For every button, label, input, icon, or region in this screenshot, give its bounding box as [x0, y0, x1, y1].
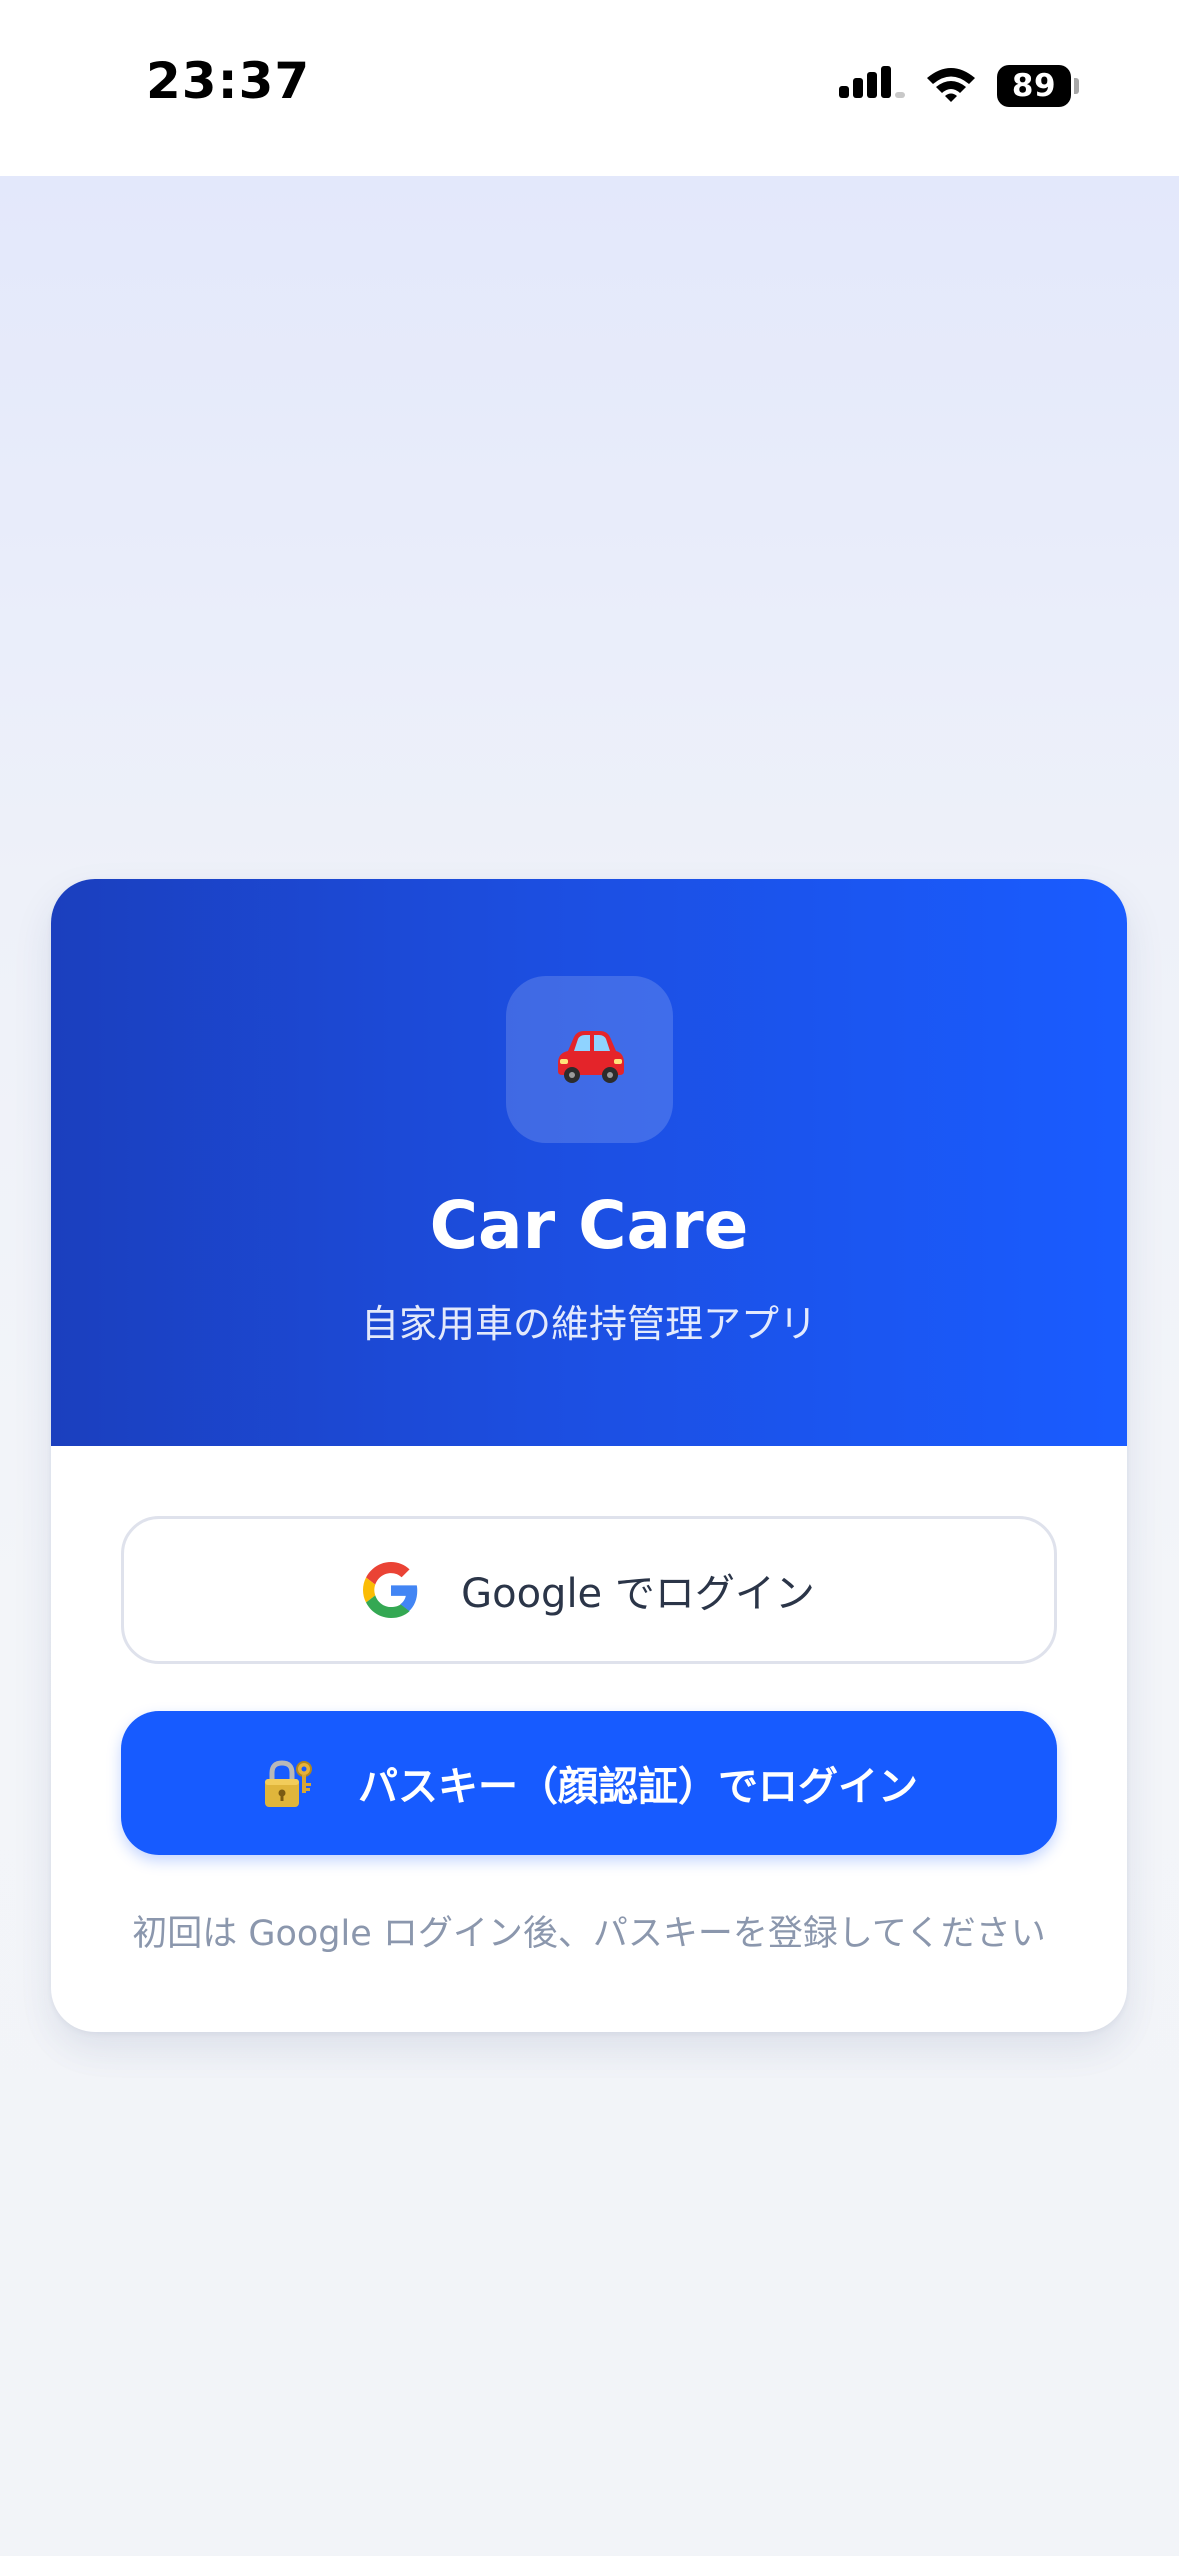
- battery-level: 89: [997, 65, 1071, 107]
- status-icons: 89: [839, 62, 1079, 110]
- google-login-label: Google でログイン: [461, 1571, 815, 1617]
- login-card: Car Care 自家用車の維持管理アプリ Google でログイン パスキー（…: [51, 879, 1127, 2032]
- card-header: Car Care 自家用車の維持管理アプリ: [51, 879, 1127, 1446]
- status-bar: 23:37 89: [0, 0, 1179, 176]
- status-time: 23:37: [146, 52, 311, 110]
- passkey-login-label: パスキー（顔認証）でログイン: [358, 1764, 918, 1810]
- passkey-login-button[interactable]: パスキー（顔認証）でログイン: [121, 1711, 1057, 1855]
- first-login-hint: 初回は Google ログイン後、パスキーを登録してください: [132, 1914, 1046, 1954]
- battery-icon: 89: [997, 65, 1079, 107]
- battery-cap: [1074, 78, 1079, 94]
- car-icon: [550, 1027, 630, 1092]
- google-g-icon: [363, 1562, 419, 1618]
- app-subtitle: 自家用車の維持管理アプリ: [360, 1302, 817, 1346]
- wifi-icon: [923, 64, 979, 109]
- google-login-button[interactable]: Google でログイン: [121, 1516, 1057, 1664]
- cellular-signal-icon: [839, 64, 905, 109]
- app-icon-tile: [506, 976, 673, 1143]
- lock-key-icon: [260, 1755, 316, 1811]
- app-title: Car Care: [429, 1187, 749, 1264]
